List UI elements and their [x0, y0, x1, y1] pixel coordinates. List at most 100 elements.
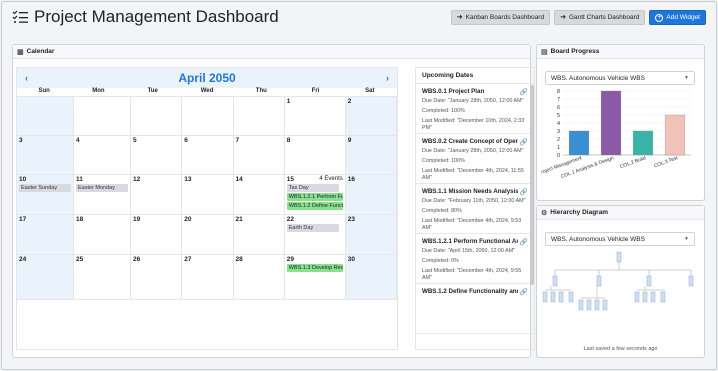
calendar-day-cell[interactable]: 19 [131, 215, 183, 255]
calendar-event[interactable]: WBS.1.3 Develop Requirements [286, 264, 343, 272]
calendar-day-cell[interactable]: 30 [345, 255, 397, 300]
calendar-day-cell[interactable]: 15 4 Events Tax DayWBS.1.2.1 Perform Funct… [284, 175, 346, 215]
calendar-day-cell[interactable]: 21 [233, 215, 285, 255]
day-number: 10 [19, 176, 27, 183]
event-count[interactable]: 4 Events [319, 176, 342, 182]
hierarchy-select[interactable]: WBS. Autonomous Vehicle WBS ▼ [545, 232, 695, 246]
weekday-label: Tue [147, 88, 158, 94]
tree-node[interactable] [552, 275, 558, 287]
link-icon[interactable]: 🔗 [520, 88, 528, 96]
day-number: 27 [184, 256, 192, 263]
calendar-event[interactable]: Earth Day [286, 224, 339, 232]
tree-node[interactable] [596, 275, 602, 287]
upcoming-dates-panel: Upcoming Dates 🔗 WBS.0.1 Project Plan Due … [415, 67, 535, 350]
upcoming-item-name: WBS.0.2 Create Concept of Operations [422, 138, 518, 145]
calendar-event[interactable]: WBS.1.2 Define Functionality [286, 202, 343, 210]
calendar-day-cell[interactable] [233, 97, 285, 136]
chevron-left-icon[interactable]: ‹ [25, 73, 28, 83]
tree-node[interactable] [642, 291, 648, 303]
gantt-charts-button[interactable]: ➜ Gantt Charts Dashboard [554, 10, 646, 25]
upcoming-item-due: Due Date: "January 28th, 2050, 12:00 AM" [422, 148, 524, 154]
chart-bar[interactable] [568, 130, 590, 156]
link-icon[interactable]: 🔗 [520, 188, 528, 196]
link-icon[interactable]: 🔗 [520, 288, 528, 296]
upcoming-item[interactable]: 🔗 WBS.0.1 Project Plan Due Date: "January … [416, 84, 534, 134]
upcoming-item[interactable]: 🔗WBS.0.2 Create Concept of Operations Due… [416, 134, 534, 184]
tree-node[interactable] [558, 291, 564, 303]
board-progress-select-value: WBS. Autonomous Vehicle WBS [551, 75, 645, 82]
calendar-event[interactable]: Easter Monday [76, 184, 128, 192]
day-number: 17 [19, 216, 27, 223]
hierarchy-select-value: WBS. Autonomous Vehicle WBS [551, 236, 645, 243]
calendar-grid: 1 2 3 4 5 6 7 8 9 10 Easter Sunday 11 Easter Monday 1… [17, 97, 397, 300]
calendar-day-cell[interactable]: 6 [182, 136, 234, 175]
calendar-day-cell[interactable]: 17 [17, 215, 74, 255]
upcoming-item[interactable]: 🔗 WBS.1.2 Define Functionality and ... [416, 284, 534, 334]
link-icon[interactable]: 🔗 [520, 238, 528, 246]
calendar-day-cell[interactable]: 26 [131, 255, 183, 300]
board-progress-select[interactable]: WBS. Autonomous Vehicle WBS ▼ [545, 71, 695, 85]
upcoming-scrollbar[interactable] [530, 85, 534, 285]
calendar-day-cell[interactable]: 25 [74, 255, 131, 300]
calendar-day-cell[interactable] [182, 97, 234, 136]
day-number: 13 [184, 176, 192, 183]
add-widget-button[interactable]: + Add Widget [649, 10, 706, 25]
calendar-day-cell[interactable]: 28 [233, 255, 285, 300]
calendar-day-cell[interactable]: 1 [284, 97, 346, 136]
calendar-month-label: April 2050 [178, 71, 236, 85]
calendar-day-cell[interactable]: 27 [182, 255, 234, 300]
calendar-day-cell[interactable]: 5 [131, 136, 183, 175]
upcoming-item-completed: Completed: 80% [422, 208, 462, 214]
calendar-day-cell[interactable]: 23 [345, 215, 397, 255]
chart-bar[interactable] [600, 90, 622, 156]
calendar-day-cell[interactable]: 16 [345, 175, 397, 215]
tree-node[interactable] [586, 299, 592, 311]
chart-bar[interactable] [632, 130, 654, 156]
chart-bar[interactable] [664, 114, 686, 156]
calendar-day-cell[interactable]: 22 Earth Day [284, 215, 346, 255]
tree-node[interactable] [578, 299, 584, 311]
tree-node[interactable] [650, 291, 656, 303]
tree-nodes [542, 251, 694, 311]
tree-node[interactable] [688, 275, 694, 287]
calendar-day-cell[interactable]: 18 [74, 215, 131, 255]
day-number: 21 [235, 216, 243, 223]
calendar-day-cell[interactable] [74, 97, 131, 136]
tree-node[interactable] [568, 291, 574, 303]
calendar-day-cell[interactable]: 11 Easter Monday [74, 175, 131, 215]
tree-node[interactable] [616, 251, 622, 263]
calendar-event[interactable]: Tax Day [286, 184, 339, 192]
calendar-day-cell[interactable] [131, 97, 183, 136]
upcoming-item[interactable]: 🔗WBS.1.2.1 Perform Functional Analysis Du… [416, 234, 534, 284]
tree-node[interactable] [660, 291, 666, 303]
calendar-day-cell[interactable]: 8 [284, 136, 346, 175]
chevron-right-icon[interactable]: › [386, 73, 389, 83]
calendar-day-cell[interactable] [17, 97, 74, 136]
link-icon[interactable]: 🔗 [520, 138, 528, 146]
calendar-day-cell[interactable]: 10 Easter Sunday [17, 175, 74, 215]
page-title: Project Management Dashboard [34, 7, 279, 26]
day-number: 18 [76, 216, 84, 223]
tree-node[interactable] [646, 275, 652, 287]
tree-node[interactable] [602, 299, 608, 311]
tree-node[interactable] [594, 299, 600, 311]
upcoming-item[interactable]: 🔗 WBS.1.1 Mission Needs Analysis Due Date:… [416, 184, 534, 234]
calendar-day-cell[interactable]: 4 [74, 136, 131, 175]
calendar-day-cell[interactable]: 13 [182, 175, 234, 215]
calendar-day-cell[interactable]: 12 [131, 175, 183, 215]
calendar-day-cell[interactable]: 7 [233, 136, 285, 175]
calendar-event[interactable]: WBS.1.2.1 Perform Functional Analysis [286, 193, 343, 201]
calendar-widget: ‹ April 2050 › Sun Mon Tue Wed Thu Fri Sat 123… [16, 67, 398, 350]
calendar-day-cell[interactable]: 2 [345, 97, 397, 136]
calendar-day-cell[interactable]: 29WBS.1.3 Develop Requirements [284, 255, 346, 300]
tree-node[interactable] [550, 291, 556, 303]
calendar-event[interactable]: Easter Sunday [19, 184, 71, 192]
calendar-day-cell[interactable]: 20 [182, 215, 234, 255]
kanban-boards-button[interactable]: ➜ Kanban Boards Dashboard [450, 10, 551, 25]
calendar-day-cell[interactable]: 3 [17, 136, 74, 175]
calendar-day-cell[interactable]: 9 [345, 136, 397, 175]
calendar-day-cell[interactable]: 14 [233, 175, 285, 215]
calendar-day-cell[interactable]: 24 [17, 255, 74, 300]
tree-node[interactable] [542, 291, 548, 303]
tree-node[interactable] [634, 291, 640, 303]
